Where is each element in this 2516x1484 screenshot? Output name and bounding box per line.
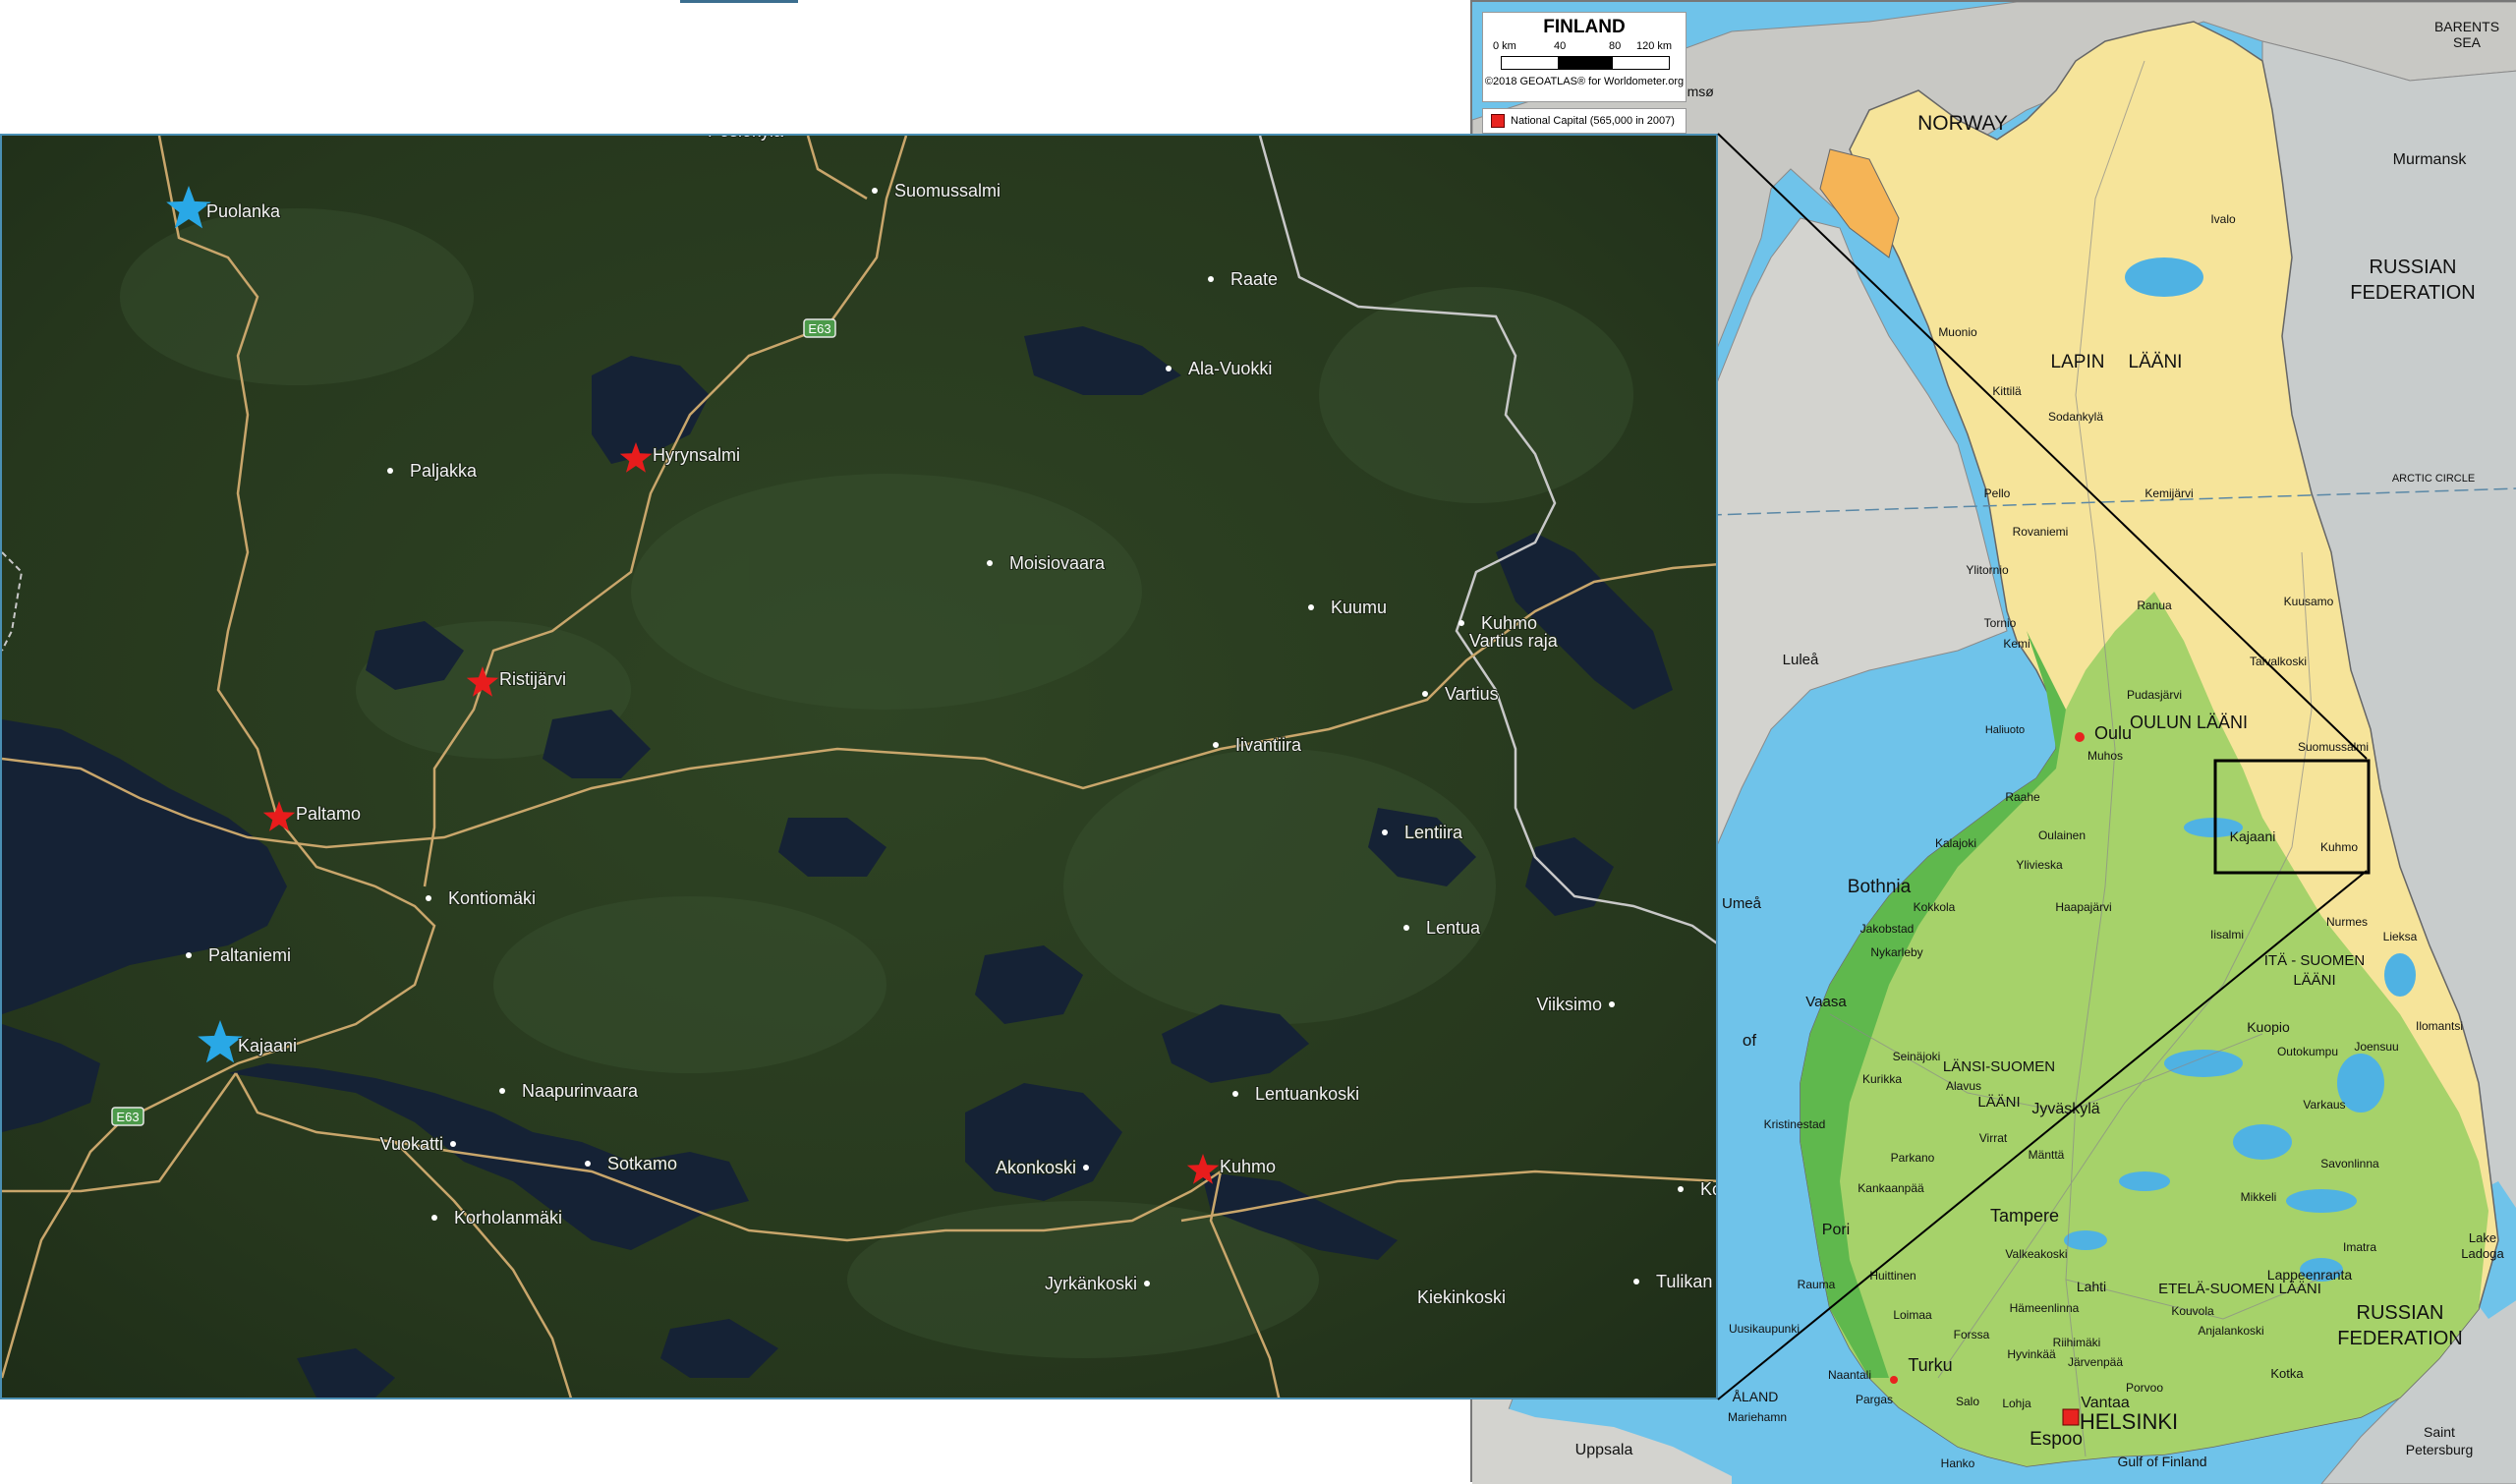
- connector-line-bottom: [1717, 870, 2368, 1400]
- connector-line-top: [1717, 133, 2368, 760]
- connector-lines: [1717, 133, 2368, 1400]
